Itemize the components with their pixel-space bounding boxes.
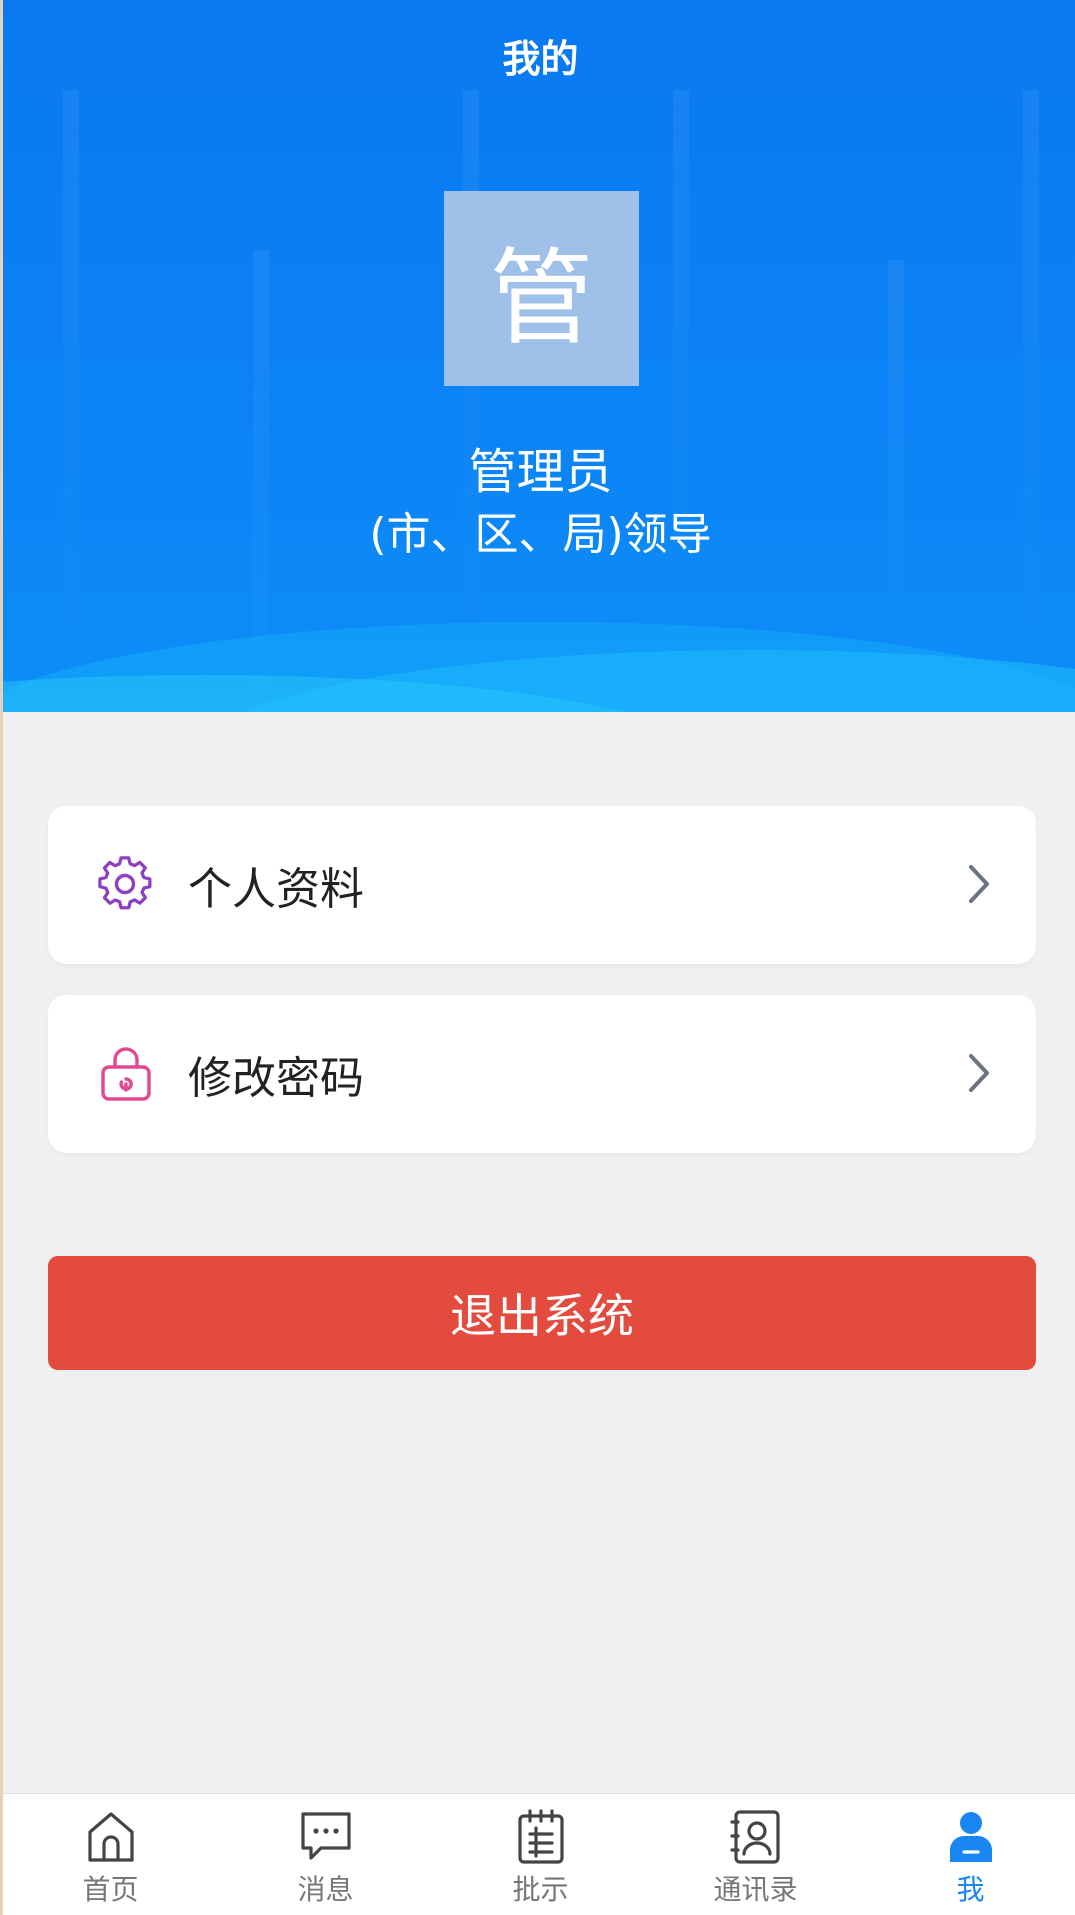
user-icon <box>949 1812 992 1862</box>
menu-item-profile[interactable]: 个人资料 <box>48 806 1036 964</box>
tab-label: 首页 <box>82 1873 139 1906</box>
tab-label: 我 <box>956 1873 985 1906</box>
tab-messages[interactable]: 消息 <box>218 1794 433 1915</box>
decor-stripe <box>1023 90 1039 650</box>
decor-stripe <box>63 90 79 650</box>
tab-label: 消息 <box>297 1873 354 1906</box>
gear-icon <box>98 856 152 910</box>
tab-label: 批示 <box>512 1873 569 1906</box>
home-icon <box>87 1812 134 1862</box>
profile-screen: 我的 管 管理员 (市、区、局)领导 个人资料 修改密码 退出系统 首页 消息 … <box>0 0 1075 1915</box>
chevron-right-icon <box>969 1054 989 1092</box>
tab-contacts[interactable]: 通讯录 <box>648 1794 863 1915</box>
lock-icon <box>101 1047 151 1101</box>
avatar[interactable]: 管 <box>444 191 639 386</box>
chevron-right-icon <box>969 865 989 903</box>
tab-home[interactable]: 首页 <box>3 1794 218 1915</box>
bottom-tab-bar: 首页 消息 批示 通讯录 我 <box>3 1793 1075 1915</box>
tab-label: 通讯录 <box>713 1873 798 1906</box>
notepad-icon <box>517 1809 564 1864</box>
menu-item-label: 修改密码 <box>188 1053 364 1104</box>
profile-header: 我的 管 管理员 (市、区、局)领导 <box>3 0 1075 712</box>
message-icon <box>300 1812 351 1860</box>
contacts-icon <box>729 1810 780 1864</box>
logout-button[interactable]: 退出系统 <box>48 1256 1036 1370</box>
user-role: (市、区、局)领导 <box>369 509 712 560</box>
user-name: 管理员 <box>468 444 613 500</box>
menu-item-change-password[interactable]: 修改密码 <box>48 995 1036 1153</box>
page-title: 我的 <box>502 37 579 81</box>
menu-item-label: 个人资料 <box>188 864 364 915</box>
tab-me[interactable]: 我 <box>863 1794 1075 1915</box>
tab-instructions[interactable]: 批示 <box>433 1794 648 1915</box>
